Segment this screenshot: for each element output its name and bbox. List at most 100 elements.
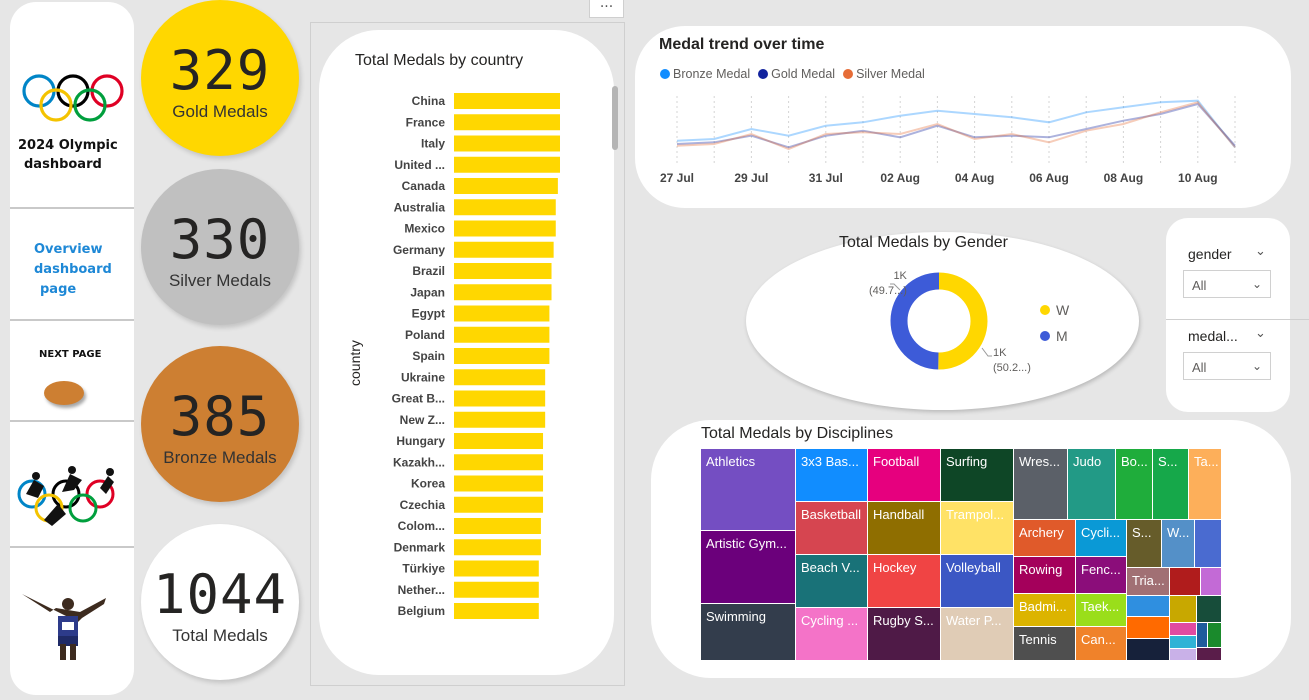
- bar-germany[interactable]: [454, 241, 554, 258]
- treemap-tile-fenc[interactable]: Fenc...: [1076, 557, 1126, 593]
- treemap-tile-s[interactable]: S...: [1153, 449, 1188, 519]
- treemap-tile-small[interactable]: [1127, 617, 1169, 638]
- treemap-tile-surfing[interactable]: Surfing: [941, 449, 1013, 501]
- bar-label-poland: Poland: [405, 328, 445, 342]
- bronze-medals-value: 385: [169, 385, 271, 448]
- bar-japan[interactable]: [454, 284, 552, 301]
- bar-czechia[interactable]: [454, 496, 544, 513]
- bar-t-rkiye[interactable]: [454, 560, 539, 577]
- bar-poland[interactable]: [454, 326, 550, 343]
- bar-denmark[interactable]: [454, 539, 541, 556]
- treemap-tile-archery[interactable]: Archery: [1014, 520, 1075, 556]
- trend-x-tick: 29 Jul: [734, 171, 768, 185]
- medal-filter-dropdown[interactable]: All ⌄: [1183, 352, 1271, 380]
- treemap-tile-tria[interactable]: Tria...: [1127, 568, 1169, 595]
- treemap-tile-athletics[interactable]: Athletics: [701, 449, 795, 530]
- legend-item-bronze: Bronze Medal: [660, 67, 750, 81]
- treemap-tile-w[interactable]: W...: [1162, 520, 1194, 567]
- bar-belgium[interactable]: [454, 603, 539, 619]
- donut-slice-w[interactable]: [938, 272, 988, 370]
- treemap-tile-small[interactable]: [1170, 636, 1196, 648]
- gender-donut-plot: [890, 272, 992, 370]
- treemap-tile-small[interactable]: [1127, 639, 1169, 660]
- bar-united[interactable]: [454, 156, 560, 173]
- bar-egypt[interactable]: [454, 305, 550, 322]
- bar-china[interactable]: [454, 93, 560, 109]
- bar-australia[interactable]: [454, 199, 556, 216]
- treemap-tile-bo[interactable]: Bo...: [1116, 449, 1152, 519]
- bar-great-b[interactable]: [454, 390, 546, 407]
- treemap-tile-small[interactable]: [1170, 623, 1196, 635]
- country-bar-chart-card: Total Medals by country country China Fra…: [319, 30, 614, 675]
- bar-new-z[interactable]: [454, 411, 546, 428]
- treemap-tile-cycli[interactable]: Cycli...: [1076, 520, 1126, 556]
- bar-colom[interactable]: [454, 518, 541, 534]
- more-options-icon[interactable]: ...: [589, 0, 624, 18]
- donut-label-m: 1K (49.7...): [869, 270, 907, 297]
- treemap-tile-wres[interactable]: Wres...: [1014, 449, 1067, 519]
- treemap-tile-trampol[interactable]: Trampol...: [941, 502, 1013, 554]
- treemap-tile-s[interactable]: S...: [1127, 520, 1161, 567]
- bar-label-nether: Nether...: [398, 583, 445, 597]
- bar-kazakh[interactable]: [454, 454, 544, 471]
- gender-filter-dropdown[interactable]: All ⌄: [1183, 270, 1271, 298]
- treemap-tile-water-p[interactable]: Water P...: [941, 608, 1013, 660]
- treemap-tile-can[interactable]: Can...: [1076, 627, 1126, 660]
- bar-ukraine[interactable]: [454, 369, 546, 386]
- treemap-tile-judo[interactable]: Judo: [1068, 449, 1115, 519]
- treemap-tile-swimming[interactable]: Swimming: [701, 604, 795, 660]
- overview-page-link[interactable]: Overview dashboard page: [34, 240, 112, 300]
- chevron-down-icon: ⌄: [1251, 359, 1262, 373]
- bar-label-t-rkiye: Türkiye: [402, 562, 445, 576]
- trend-line-gold-medal[interactable]: [676, 102, 1236, 149]
- next-page-button[interactable]: [44, 381, 84, 405]
- bar-label-new-z: New Z...: [400, 413, 445, 427]
- treemap-tile-volleyball[interactable]: Volleyball: [941, 555, 1013, 607]
- treemap-tile-beach-v[interactable]: Beach V...: [796, 555, 867, 607]
- treemap-tile-small[interactable]: [1170, 568, 1200, 595]
- bar-spain[interactable]: [454, 348, 550, 364]
- chevron-down-icon[interactable]: ⌄: [1255, 244, 1266, 259]
- treemap-tile-hockey[interactable]: Hockey: [868, 555, 940, 607]
- treemap-tile-small[interactable]: [1201, 568, 1221, 595]
- bar-mexico[interactable]: [454, 220, 556, 237]
- treemap-tile-small[interactable]: [1195, 520, 1221, 567]
- treemap-tile-tennis[interactable]: Tennis: [1014, 627, 1075, 660]
- treemap-tile-small[interactable]: [1170, 596, 1196, 622]
- treemap-tile-artistic-gym[interactable]: Artistic Gym...: [701, 531, 795, 603]
- bar-korea[interactable]: [454, 475, 544, 492]
- bar-label-great-b: Great B...: [392, 392, 445, 406]
- bar-chart-scrollbar[interactable]: [612, 86, 618, 150]
- trend-x-tick: 02 Aug: [880, 171, 920, 185]
- bar-brazil[interactable]: [454, 263, 552, 279]
- nav-divider: [10, 319, 134, 321]
- bar-france[interactable]: [454, 114, 560, 131]
- chevron-down-icon[interactable]: ⌄: [1255, 326, 1266, 341]
- treemap-tile-small[interactable]: [1208, 623, 1221, 647]
- treemap-tile-ta[interactable]: Ta...: [1189, 449, 1221, 519]
- trend-line-silver-medal[interactable]: [676, 101, 1236, 151]
- treemap-tile-cycling[interactable]: Cycling ...: [796, 608, 867, 660]
- treemap-tile-small[interactable]: [1197, 648, 1221, 660]
- treemap-tile-small[interactable]: [1170, 649, 1196, 660]
- bar-italy[interactable]: [454, 135, 560, 152]
- treemap-tile-small[interactable]: [1197, 596, 1221, 622]
- athletes-rings-image: [17, 466, 115, 526]
- treemap-tile-basketball[interactable]: Basketball: [796, 502, 867, 554]
- treemap-tile-handball[interactable]: Handball: [868, 502, 940, 554]
- bar-canada[interactable]: [454, 178, 558, 194]
- gender-filter-label: gender: [1188, 246, 1232, 262]
- treemap-tile-small[interactable]: [1197, 623, 1207, 647]
- treemap-tile-taek[interactable]: Taek...: [1076, 594, 1126, 626]
- navigation-panel: 2024 Olympic dashboard Overview dashboar…: [10, 2, 134, 695]
- treemap-tile-football[interactable]: Football: [868, 449, 940, 501]
- treemap-tile-3x3-bas[interactable]: 3x3 Bas...: [796, 449, 867, 501]
- treemap-tile-rugby-s[interactable]: Rugby S...: [868, 608, 940, 660]
- bar-nether[interactable]: [454, 581, 539, 598]
- treemap-tile-rowing[interactable]: Rowing: [1014, 557, 1075, 593]
- nav-divider: [10, 420, 134, 422]
- bar-hungary[interactable]: [454, 433, 544, 449]
- treemap-tile-badmi[interactable]: Badmi...: [1014, 594, 1075, 626]
- trend-line-bronze-medal[interactable]: [676, 99, 1236, 148]
- treemap-tile-small[interactable]: [1127, 596, 1169, 616]
